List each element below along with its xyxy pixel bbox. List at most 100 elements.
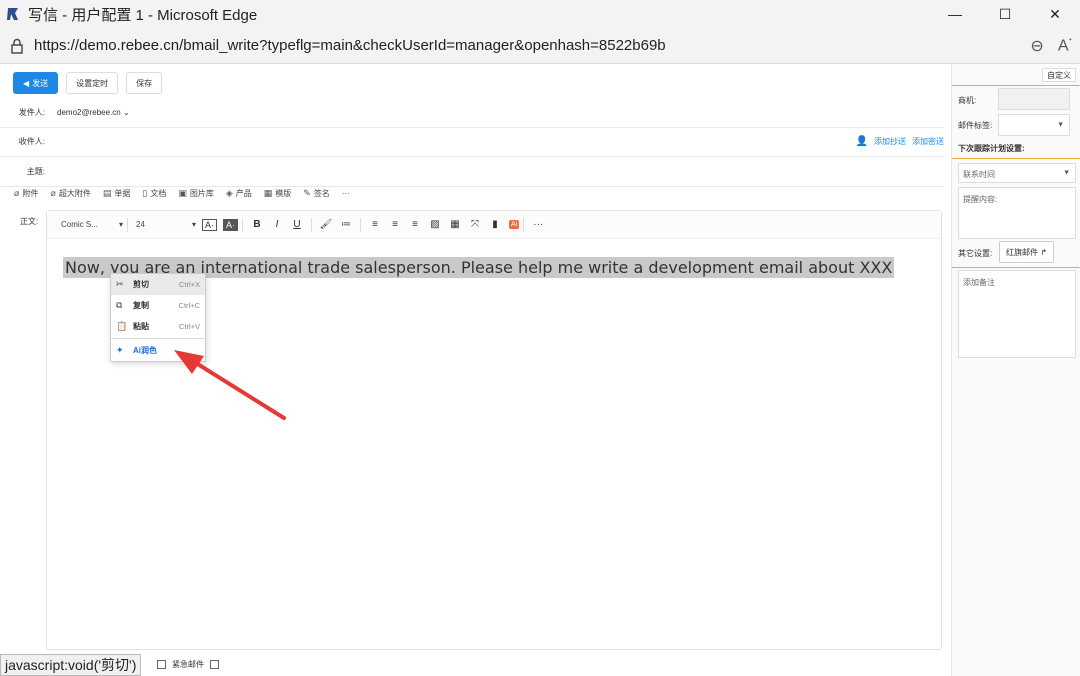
image-icon: ▣ (178, 188, 187, 198)
divider (523, 217, 525, 232)
red-flag-button[interactable]: 红旗邮件 ↱ (999, 241, 1054, 263)
align-center-icon[interactable]: ≡ (385, 219, 405, 230)
zoom-out-icon[interactable]: ⊖ (1030, 36, 1043, 56)
more-button[interactable]: ··· (342, 189, 350, 198)
divider (242, 217, 243, 232)
document-label: 单据 (114, 189, 131, 198)
remark-textarea[interactable]: 添加备注 (958, 270, 1076, 358)
read-aloud-icon[interactable]: Aᐩ (1058, 36, 1072, 56)
big-attachment-icon: ⌀ (50, 188, 56, 198)
font-family-select[interactable]: Comic S... ▾ (61, 220, 123, 229)
signature-button[interactable]: ✎ 签名 (303, 188, 330, 199)
font-color-button[interactable]: A· (202, 218, 217, 231)
subject-input[interactable] (57, 162, 857, 182)
image-library-label: 图片库 (189, 189, 214, 198)
file-label: 文档 (150, 189, 167, 198)
compose-toolbar: ◀ 发送 设置定时 保存 (13, 72, 163, 94)
contacts-icon[interactable]: 👤 (856, 136, 868, 147)
sender-label: 发件人: (18, 108, 45, 117)
template-icon: ▦ (263, 188, 273, 198)
more-label: ··· (341, 189, 350, 198)
source-code-icon[interactable]: ▮ (485, 219, 505, 230)
image-library-button[interactable]: ▣ 图片库 (178, 188, 214, 199)
chevron-down-icon: ▾ (118, 220, 123, 229)
ordered-list-icon[interactable]: ≔ (336, 219, 356, 230)
subject-label: 主题: (26, 167, 45, 176)
chevron-down-icon: ▾ (191, 220, 196, 229)
copy-label: 复制 (133, 301, 149, 310)
subject-row: 主题: (0, 157, 944, 187)
underline-button[interactable]: U (287, 219, 307, 230)
fullscreen-icon[interactable]: ⤧ (465, 219, 485, 230)
urgent-mail-label: 紧急邮件 (172, 660, 204, 669)
bg-color-button[interactable]: A· (223, 218, 238, 231)
ai-polish-label: Ai润色 (133, 346, 157, 355)
more-icon[interactable]: ··· (528, 219, 548, 230)
document-icon: ▤ (102, 188, 112, 198)
font-size-select[interactable]: 24 ▾ (136, 220, 196, 229)
scissors-icon: ✂ (116, 279, 124, 289)
mail-tag-label: 邮件标签: (958, 121, 993, 130)
lock-icon (10, 38, 24, 54)
big-attach-label: 超大附件 (58, 189, 91, 198)
align-left-icon[interactable]: ≡ (365, 219, 385, 230)
insert-table-icon[interactable]: ▦ (445, 219, 465, 230)
option-checkbox[interactable] (157, 660, 166, 669)
document-button[interactable]: ▤ 单据 (103, 188, 131, 199)
opportunity-label: 商机: (958, 96, 977, 105)
customize-button[interactable]: 自定义 (1042, 68, 1076, 82)
close-button[interactable]: ✕ (1030, 0, 1080, 28)
recipient-input[interactable] (57, 132, 757, 152)
mail-tag-select[interactable]: ▼ (998, 114, 1070, 136)
align-right-icon[interactable]: ≡ (405, 219, 425, 230)
add-cc-link[interactable]: 添加抄送 (874, 136, 906, 147)
template-label: 模版 (275, 189, 292, 198)
copy-shortcut: Ctrl+C (178, 301, 200, 310)
urgent-mail-checkbox[interactable] (210, 660, 219, 669)
chevron-down-icon: ▼ (1057, 121, 1064, 129)
bold-button[interactable]: B (247, 219, 267, 230)
menu-item-copy[interactable]: ⧉ 复制 Ctrl+C (111, 295, 205, 316)
italic-button[interactable]: I (267, 219, 287, 230)
menu-item-paste[interactable]: 📋 粘贴 Ctrl+V (111, 316, 205, 337)
compose-area: ◀ 发送 设置定时 保存 发件人: demo2@rebee.cn ⌄ 收件人: … (0, 64, 950, 676)
magic-wand-icon: ✦ (116, 345, 124, 355)
window-title: 写信 - 用户配置 1 - Microsoft Edge (28, 6, 258, 24)
big-attach-button[interactable]: ⌀ 超大附件 (50, 188, 90, 199)
side-divider (952, 158, 1080, 159)
contact-time-select[interactable]: 联系时间 ▼ (958, 163, 1076, 183)
save-button[interactable]: 保存 (126, 72, 163, 94)
app-logo-icon (6, 6, 20, 22)
signature-label: 签名 (313, 189, 330, 198)
insert-image-icon[interactable]: ▨ (425, 219, 445, 230)
address-bar[interactable]: https://demo.rebee.cn/bmail_write?typefl… (0, 28, 1080, 64)
attachment-bar: ⌀ 附件 ⌀ 超大附件 ▤ 单据 ▯ 文档 ▣ 图片库 ◈ 产品 ▦ 模版 ✎ 签名 ··· (14, 188, 350, 199)
cut-shortcut: Ctrl+X (178, 280, 200, 289)
file-button[interactable]: ▯ 文档 (142, 188, 166, 199)
menu-item-ai-polish[interactable]: ✦ Ai润色 (111, 340, 205, 361)
paste-shortcut: Ctrl+V (178, 322, 200, 331)
sender-select[interactable]: demo2@rebee.cn ⌄ (57, 108, 130, 117)
opportunity-input[interactable] (998, 88, 1070, 110)
url-text[interactable]: https://demo.rebee.cn/bmail_write?typefl… (34, 37, 666, 54)
reminder-textarea[interactable]: 提醒内容: (958, 187, 1076, 239)
editor-toolbar: Comic S... ▾ 24 ▾ A· A· B I U 🖌 ≔ ≡ ≡ ≡ ▨ … (47, 211, 941, 239)
next-follow-label: 下次跟踪计划设置: (958, 144, 1025, 153)
menu-item-cut[interactable]: ✂ 剪切 Ctrl+X (111, 274, 205, 295)
font-size-value: 24 (136, 220, 145, 229)
sender-row: 发件人: demo2@rebee.cn ⌄ (0, 98, 944, 128)
ai-icon[interactable]: Ai (509, 220, 520, 229)
font-family-value: Comic S... (61, 220, 98, 229)
recipient-row: 收件人: 👤 添加抄送 添加密送 (0, 127, 944, 157)
add-bcc-link[interactable]: 添加密送 (912, 136, 944, 147)
template-button[interactable]: ▦ 模版 (264, 188, 292, 199)
maximize-button[interactable]: ☐ (980, 0, 1030, 28)
attach-button[interactable]: ⌀ 附件 (14, 188, 38, 199)
copy-icon: ⧉ (116, 300, 123, 310)
schedule-button[interactable]: 设置定时 (66, 72, 119, 94)
send-button[interactable]: ◀ 发送 (13, 72, 59, 94)
minimize-button[interactable]: — (930, 0, 980, 28)
product-button[interactable]: ◈ 产品 (226, 188, 252, 199)
format-painter-icon[interactable]: 🖌 (316, 219, 336, 230)
divider (311, 217, 312, 232)
